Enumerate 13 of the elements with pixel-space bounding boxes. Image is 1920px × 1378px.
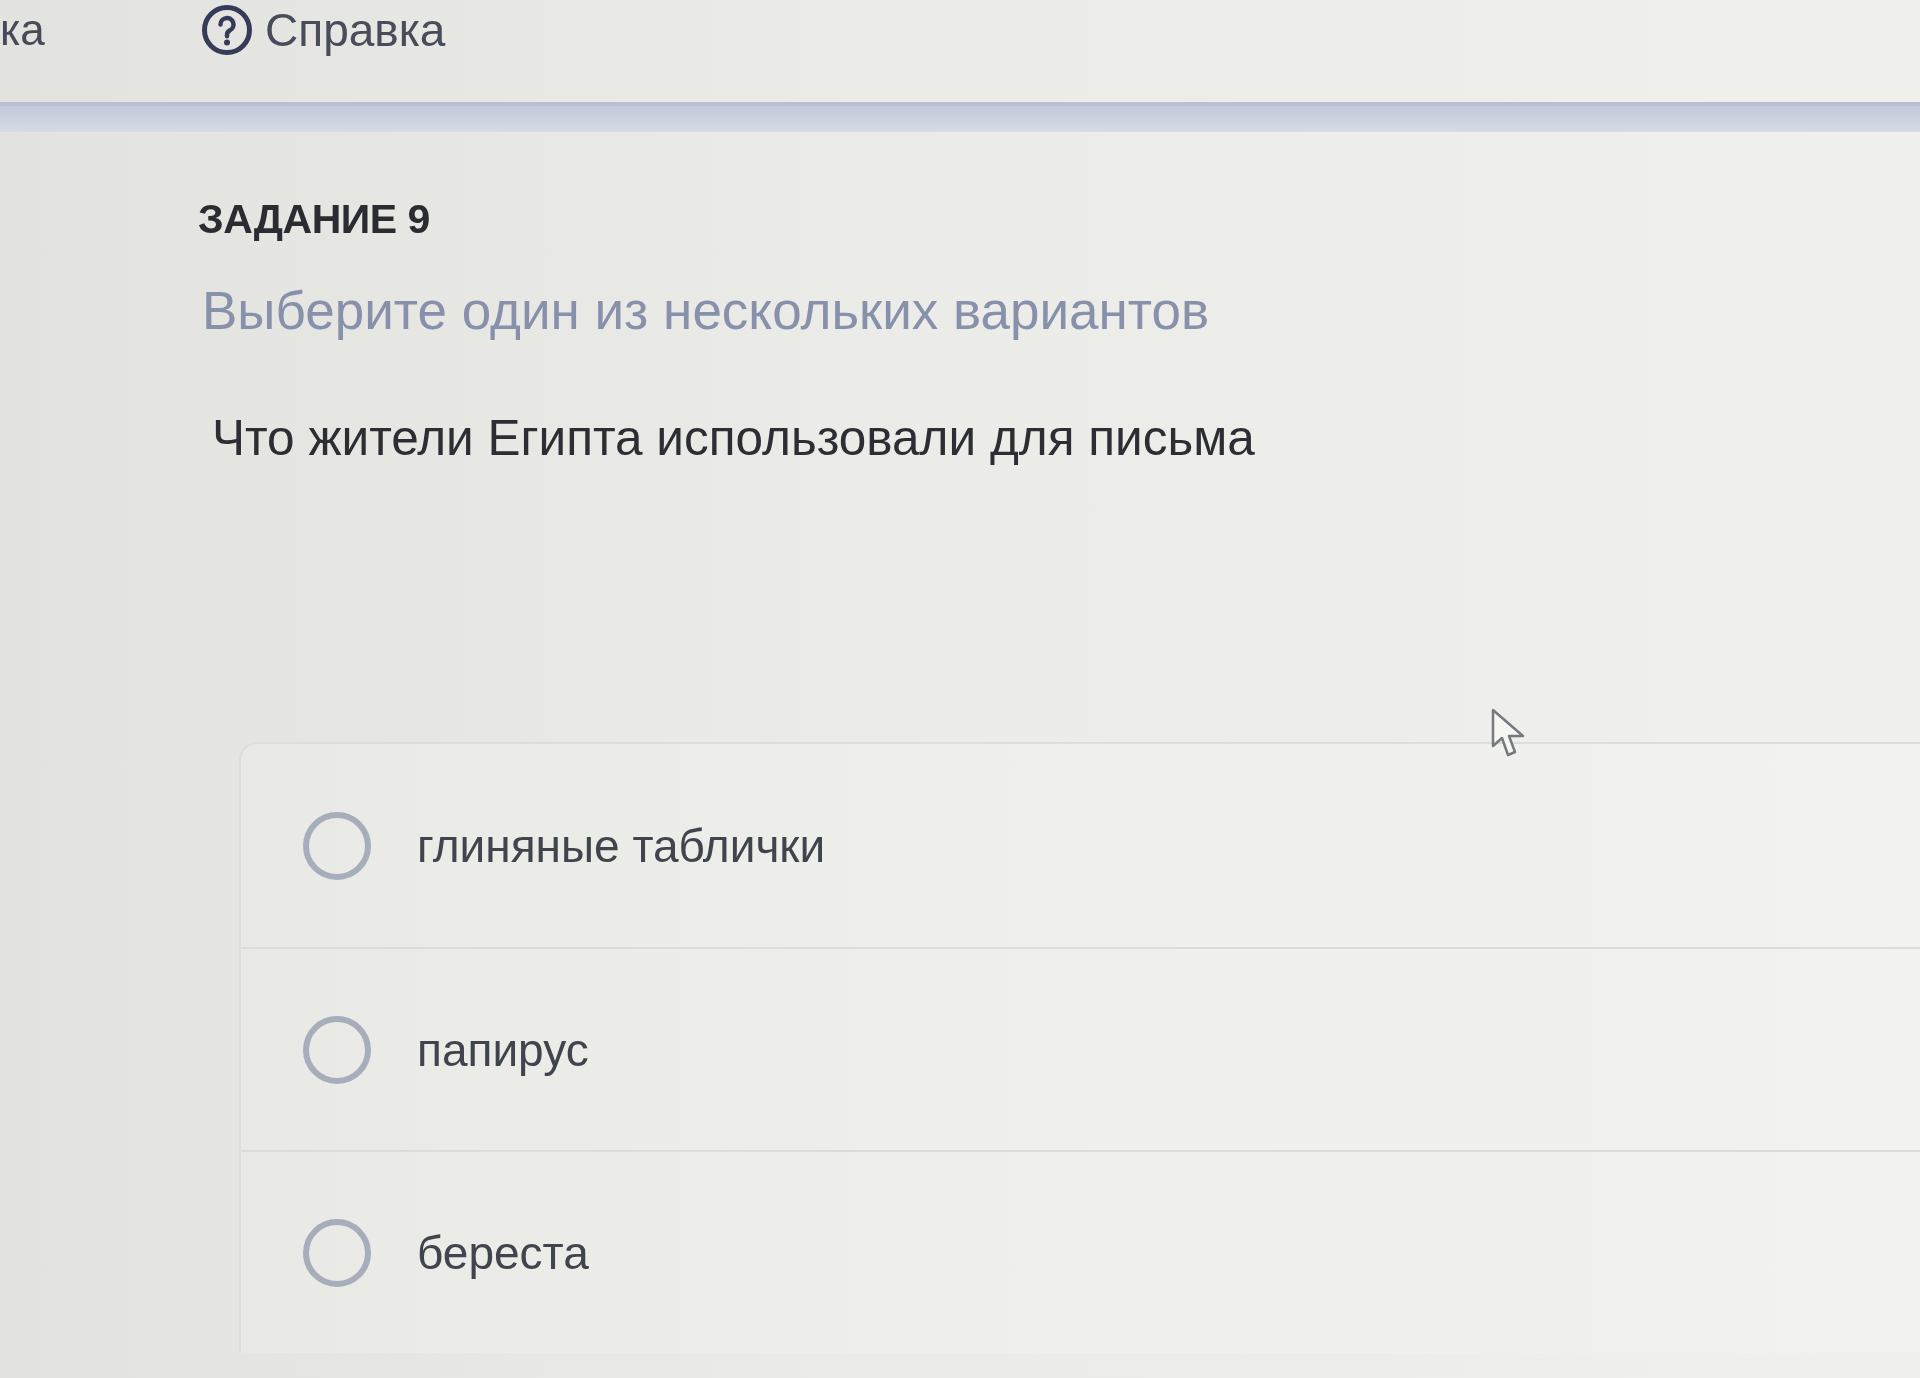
option-label[interactable]: береста [417, 1222, 589, 1283]
radio-button[interactable] [303, 811, 371, 880]
radio-button[interactable] [303, 1218, 371, 1287]
radio-button[interactable] [303, 1015, 371, 1084]
instruction-text: Выберите один из нескольких вариантов [202, 280, 1210, 342]
pointer-cursor-icon [1491, 708, 1525, 758]
option-label[interactable]: папирус [417, 1019, 589, 1080]
option-label[interactable]: глиняные таблички [417, 815, 826, 876]
task-title: ЗАДАНИЕ 9 [198, 198, 430, 240]
question-text: Что жители Египта использовали для письма [212, 409, 1255, 467]
nav-link[interactable]: ка [0, 0, 45, 60]
help-link[interactable]: Справка [202, 0, 446, 60]
help-icon [202, 5, 252, 55]
